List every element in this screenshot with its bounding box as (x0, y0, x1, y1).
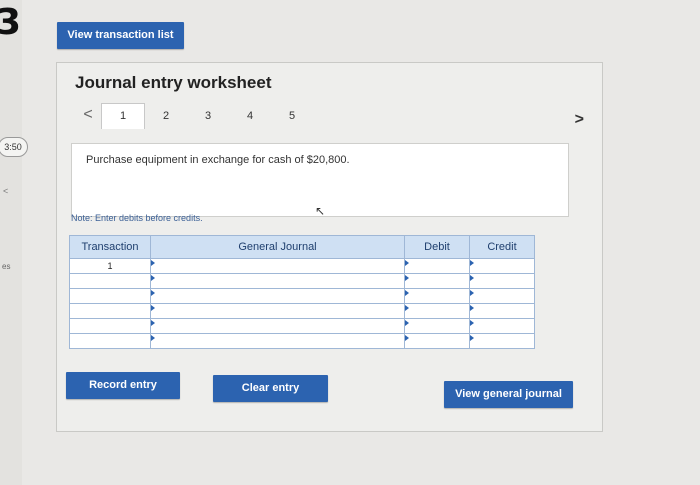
col-debit: Debit (404, 235, 470, 259)
transaction-description: Purchase equipment in exchange for cash … (86, 154, 350, 166)
journal-entry-table: Transaction General Journal Debit Credit… (69, 235, 535, 349)
transaction-cell (69, 288, 151, 304)
debit-input[interactable] (404, 318, 470, 334)
next-page-icon[interactable]: > (575, 111, 584, 129)
debits-note: Note: Enter debits before credits. (71, 213, 203, 223)
col-transaction: Transaction (69, 235, 151, 259)
credit-input[interactable] (469, 288, 535, 304)
transaction-cell (69, 303, 151, 319)
worksheet-title: Journal entry worksheet (75, 73, 272, 92)
question-number: 3 (0, 2, 22, 43)
page-tab-3[interactable]: 3 (187, 103, 229, 129)
worksheet-pager: < 1 2 3 4 5 (75, 103, 313, 129)
record-entry-button[interactable]: Record entry (66, 372, 180, 399)
debit-input[interactable] (404, 303, 470, 319)
account-dropdown[interactable] (150, 333, 405, 349)
debit-input[interactable] (404, 273, 470, 289)
transaction-cell (69, 333, 151, 349)
prev-page-icon[interactable]: < (75, 103, 101, 129)
credit-input[interactable] (469, 258, 535, 274)
view-transaction-list-button[interactable]: View transaction list (57, 22, 184, 49)
account-dropdown[interactable] (150, 258, 405, 274)
page-tab-4[interactable]: 4 (229, 103, 271, 129)
journal-entry-worksheet-panel: Journal entry worksheet < 1 2 3 4 5 > Pu… (56, 62, 603, 432)
table-row (69, 288, 535, 304)
transaction-cell (69, 273, 151, 289)
credit-input[interactable] (469, 318, 535, 334)
table-row (69, 333, 535, 349)
page-tab-1[interactable]: 1 (101, 103, 145, 129)
debit-input[interactable] (404, 288, 470, 304)
side-arrow-icon[interactable]: < (3, 186, 8, 196)
view-general-journal-button[interactable]: View general journal (444, 381, 573, 408)
col-general-journal: General Journal (150, 235, 405, 259)
side-text-fragment: es (2, 262, 11, 271)
debit-input[interactable] (404, 258, 470, 274)
table-row (69, 303, 535, 319)
timer-badge: 3:50 (0, 137, 28, 157)
left-sidebar-strip (0, 0, 22, 485)
table-row (69, 273, 535, 289)
transaction-cell (69, 318, 151, 334)
credit-input[interactable] (469, 273, 535, 289)
debit-input[interactable] (404, 333, 470, 349)
col-credit: Credit (469, 235, 535, 259)
table-row: 1 (69, 258, 535, 274)
page-tab-2[interactable]: 2 (145, 103, 187, 129)
account-dropdown[interactable] (150, 273, 405, 289)
clear-entry-button[interactable]: Clear entry (213, 375, 328, 402)
credit-input[interactable] (469, 303, 535, 319)
transaction-cell: 1 (69, 258, 151, 274)
account-dropdown[interactable] (150, 318, 405, 334)
mouse-cursor-icon: ↖ (315, 204, 326, 218)
table-row (69, 318, 535, 334)
account-dropdown[interactable] (150, 288, 405, 304)
account-dropdown[interactable] (150, 303, 405, 319)
page-tab-5[interactable]: 5 (271, 103, 313, 129)
credit-input[interactable] (469, 333, 535, 349)
